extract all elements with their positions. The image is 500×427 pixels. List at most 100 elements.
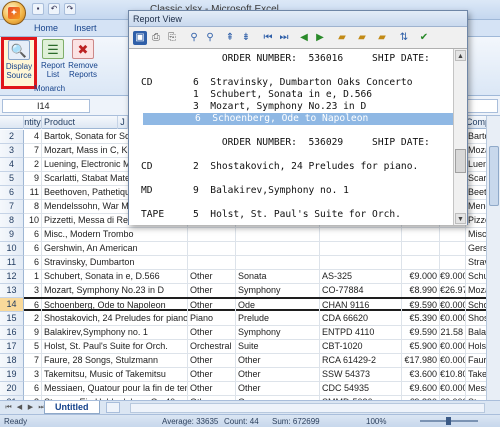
cell-price2[interactable] bbox=[440, 242, 466, 256]
cell-id[interactable] bbox=[320, 242, 402, 256]
table-row[interactable]: 7 Faure, 28 Songs, Stulzmann Other Other RCA… bbox=[24, 354, 500, 368]
cell-cat[interactable]: Piano bbox=[188, 312, 236, 326]
report-line[interactable]: 3 Mozart, Symphony No.23 in D bbox=[141, 101, 453, 113]
report-view-titlebar[interactable]: Report View bbox=[129, 11, 467, 27]
cell-product[interactable]: Faure, 28 Songs, Stulzmann bbox=[42, 354, 188, 368]
cell-qty[interactable]: 6 bbox=[24, 299, 42, 313]
row-header[interactable]: 4 bbox=[0, 158, 24, 172]
report-line[interactable] bbox=[141, 197, 453, 209]
column-header-product[interactable]: Product bbox=[42, 116, 118, 129]
name-box[interactable]: I14 bbox=[2, 99, 90, 113]
cell-cat[interactable]: Other bbox=[188, 326, 236, 340]
report-text-area[interactable]: ORDER NUMBER: 536016 SHIP DATE: CD 6 Stra… bbox=[129, 49, 453, 225]
table-row[interactable]: 6 Misc., Modern Trombo Misc bbox=[24, 228, 500, 242]
find-icon[interactable]: ⚲ bbox=[187, 31, 201, 45]
cell-id[interactable] bbox=[320, 228, 402, 242]
cell-type[interactable] bbox=[236, 256, 320, 270]
cell-qty[interactable]: 3 bbox=[24, 284, 42, 298]
cell-price2[interactable]: €26.970 bbox=[440, 284, 466, 298]
cell-type[interactable]: Prelude bbox=[236, 312, 320, 326]
report-line[interactable]: 1 Schubert, Sonata in e, D.566 bbox=[141, 89, 453, 101]
cell-price[interactable]: €5.390 bbox=[402, 312, 440, 326]
table-row[interactable]: 3 Takemitsu, Music of Takemitsu Other Other… bbox=[24, 368, 500, 382]
table-row[interactable]: 6Stravinsky, DumbartonStravinsky bbox=[24, 256, 500, 270]
scrollbar-thumb[interactable] bbox=[489, 146, 499, 206]
cell-qty[interactable]: 6 bbox=[24, 382, 42, 396]
cell-qty[interactable]: 2 bbox=[24, 158, 42, 172]
cell-price[interactable] bbox=[402, 256, 440, 270]
cell-product[interactable]: Mozart, Symphony No.23 in D bbox=[42, 284, 188, 298]
cell-price[interactable]: €9.600 bbox=[402, 382, 440, 396]
cell-type[interactable]: Ode bbox=[236, 299, 320, 313]
cell-type[interactable]: Other bbox=[236, 354, 320, 368]
export-icon[interactable]: ▰ bbox=[375, 31, 389, 45]
row-header[interactable]: 18 bbox=[0, 354, 24, 368]
cell-price[interactable]: €9.590 bbox=[402, 299, 440, 313]
report-line[interactable] bbox=[141, 173, 453, 185]
cell-price2[interactable] bbox=[440, 228, 466, 242]
table-row[interactable]: 1 Schubert, Sonata in e, D.566 Other Sonata… bbox=[24, 270, 500, 284]
cell-price[interactable]: €3.600 bbox=[402, 368, 440, 382]
cell-product[interactable]: Schubert, Sonata in e, D.566 bbox=[42, 270, 188, 284]
cell-price[interactable]: €9.000 bbox=[402, 270, 440, 284]
cell-id[interactable]: SSW 54373 bbox=[320, 368, 402, 382]
cell-qty[interactable]: 5 bbox=[24, 340, 42, 354]
cell-type[interactable]: Other bbox=[236, 368, 320, 382]
first-page-icon[interactable]: ⏮ bbox=[261, 31, 275, 45]
row-header[interactable]: 11 bbox=[0, 256, 24, 270]
report-line[interactable] bbox=[141, 149, 453, 161]
table-row[interactable]: 6 Messiaen, Quatour pour la fin de temps O… bbox=[24, 382, 500, 396]
cell-price[interactable] bbox=[402, 242, 440, 256]
office-button[interactable]: ✦ bbox=[2, 1, 26, 25]
row-header[interactable]: 3 bbox=[0, 144, 24, 158]
cell-qty[interactable]: 2 bbox=[24, 312, 42, 326]
cell-cat[interactable]: Other bbox=[188, 354, 236, 368]
row-header[interactable]: 12 bbox=[0, 270, 24, 284]
row-header[interactable]: 10 bbox=[0, 242, 24, 256]
open-folder-icon[interactable]: ▰ bbox=[335, 31, 349, 45]
cell-price[interactable]: €8.990 bbox=[402, 284, 440, 298]
cell-id[interactable]: CO-77884 bbox=[320, 284, 402, 298]
report-vertical-scrollbar[interactable]: ▲ ▼ bbox=[453, 49, 467, 225]
remove-reports-button[interactable]: ✖ Remove Reports bbox=[66, 39, 100, 85]
cell-id[interactable]: ENTPD 4110 bbox=[320, 326, 402, 340]
find-next-icon[interactable]: ⚲ bbox=[203, 31, 217, 45]
cell-cat[interactable] bbox=[188, 242, 236, 256]
cell-type[interactable] bbox=[236, 228, 320, 242]
checkmark-icon[interactable]: ✔ bbox=[417, 31, 431, 45]
cell-id[interactable]: AS-325 bbox=[320, 270, 402, 284]
cell-cat[interactable]: Other bbox=[188, 382, 236, 396]
cell-product[interactable]: Stravinsky, Dumbarton bbox=[42, 256, 188, 270]
cell-product[interactable]: Holst, St. Paul's Suite for Orch. bbox=[42, 340, 188, 354]
cell-product[interactable]: Schoenberg, Ode to Napoleon bbox=[42, 299, 188, 313]
cell-cat[interactable] bbox=[188, 256, 236, 270]
cell-product[interactable]: Misc., Modern Trombo bbox=[42, 228, 188, 242]
cell-type[interactable]: Other bbox=[236, 382, 320, 396]
cell-price2[interactable]: 21.58 bbox=[440, 326, 466, 340]
save-report-icon[interactable]: ▣ bbox=[133, 31, 147, 45]
page-down-icon[interactable]: ⇟ bbox=[239, 31, 253, 45]
cell-type[interactable]: Suite bbox=[236, 340, 320, 354]
print-icon[interactable]: ⎘ bbox=[165, 31, 179, 45]
column-header-quantity[interactable]: ntity bbox=[24, 116, 42, 129]
back-icon[interactable]: ◀ bbox=[297, 31, 311, 45]
sheet-tab-untitled[interactable]: Untitled bbox=[44, 401, 100, 414]
cell-cat[interactable] bbox=[188, 228, 236, 242]
row-header[interactable]: 15 bbox=[0, 312, 24, 326]
cell-qty[interactable]: 10 bbox=[24, 214, 42, 228]
prev-sheet-icon[interactable]: ◀ bbox=[15, 403, 24, 412]
cell-price[interactable]: €9.590 bbox=[402, 326, 440, 340]
row-header[interactable]: 5 bbox=[0, 172, 24, 186]
select-all-corner[interactable] bbox=[0, 116, 24, 129]
cell-price[interactable]: €5.900 bbox=[402, 340, 440, 354]
cell-cat[interactable]: Other bbox=[188, 284, 236, 298]
row-header[interactable]: 19 bbox=[0, 368, 24, 382]
cell-qty[interactable]: 6 bbox=[24, 228, 42, 242]
table-row[interactable]: 9 Balakirev,Symphony no. 1 Other Symphony EN… bbox=[24, 326, 500, 340]
status-zoom[interactable]: 100% bbox=[366, 417, 386, 426]
report-line[interactable]: ORDER NUMBER: 536029 SHIP DATE: bbox=[141, 137, 453, 149]
page-up-icon[interactable]: ⇞ bbox=[223, 31, 237, 45]
row-header[interactable]: 7 bbox=[0, 200, 24, 214]
row-header[interactable]: 8 bbox=[0, 214, 24, 228]
cell-price2[interactable]: €0.000 bbox=[440, 354, 466, 368]
